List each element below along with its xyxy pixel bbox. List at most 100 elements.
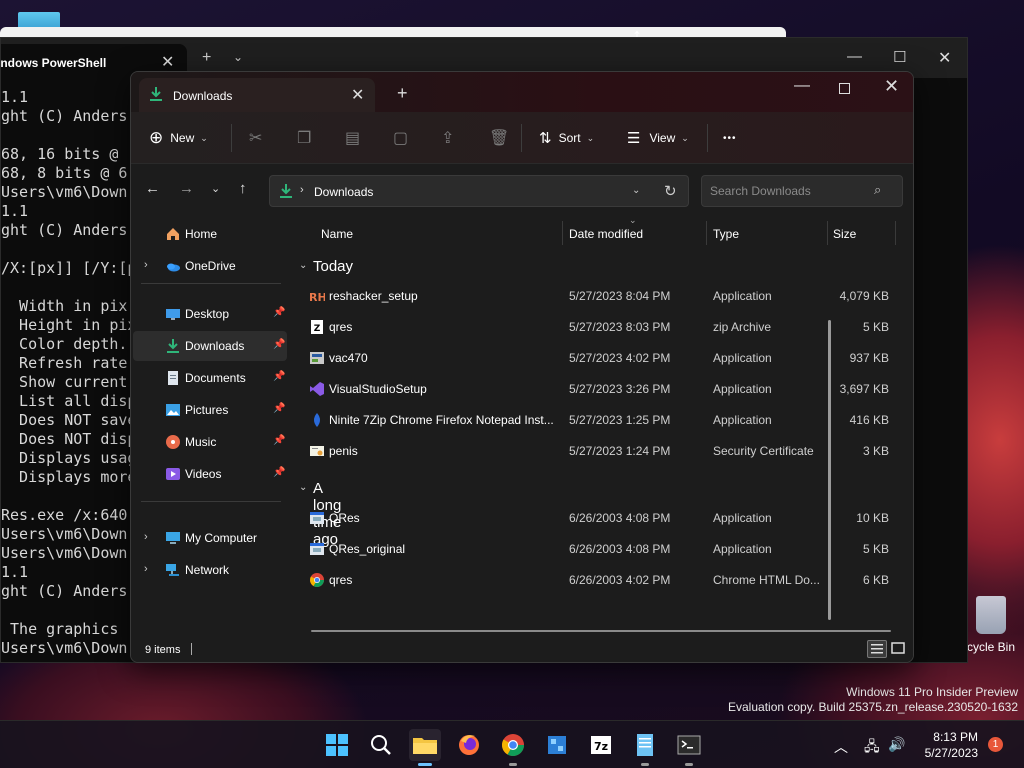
file-row[interactable]: VisualStudioSetup 5/27/2023 3:26 PM Applic… bbox=[301, 374, 899, 404]
console-line: Does NOT disp bbox=[1, 430, 137, 448]
console-line: 1.1 bbox=[1, 88, 29, 106]
file-row[interactable]: QRes_original 6/26/2003 4:08 PM Applicatio… bbox=[301, 534, 899, 564]
sidebar-item-network[interactable]: › Network bbox=[133, 555, 287, 585]
search-icon[interactable]: ⌕ bbox=[874, 182, 881, 198]
explorer-titlebar[interactable]: Downloads ✕ + — ✕ bbox=[131, 72, 913, 112]
taskbar-resource-hacker[interactable] bbox=[541, 729, 573, 761]
file-row[interactable]: Ninite 7Zip Chrome Firefox Notepad Inst.… bbox=[301, 405, 899, 435]
copy-icon: ❐ bbox=[297, 130, 312, 147]
taskbar-7zip[interactable]: 7z bbox=[585, 729, 617, 761]
column-type[interactable]: Type bbox=[713, 227, 739, 241]
start-button[interactable] bbox=[321, 729, 353, 761]
close-window-icon[interactable]: ✕ bbox=[884, 76, 899, 97]
new-tab-icon[interactable]: + bbox=[202, 49, 211, 67]
console-line: 1.1 bbox=[1, 202, 29, 220]
system-clock[interactable]: 8:13 PM 5/27/2023 bbox=[918, 729, 978, 761]
search-box[interactable]: ⌕ bbox=[701, 175, 903, 207]
chevron-down-icon[interactable]: ⌄ bbox=[233, 50, 243, 64]
sidebar-item-desktop[interactable]: Desktop 📌 bbox=[133, 299, 287, 329]
network-icon[interactable]: 🖧 bbox=[864, 736, 880, 760]
delete-button[interactable]: 🗑 bbox=[489, 112, 509, 164]
minimize-icon[interactable]: — bbox=[794, 77, 810, 95]
copy-button[interactable]: ❐ bbox=[297, 112, 311, 164]
chevron-down-icon[interactable]: ⌄ bbox=[632, 185, 640, 196]
maximize-icon[interactable] bbox=[839, 83, 850, 94]
address-bar[interactable]: › Downloads ⌄ ↻ bbox=[269, 175, 689, 207]
reshacker-icon: RH bbox=[309, 288, 327, 304]
collapse-chevron-icon[interactable]: ⌄ bbox=[299, 482, 307, 493]
file-row[interactable]: vac470 5/27/2023 4:02 PM Application 937 KB bbox=[301, 343, 899, 373]
file-size: 5 KB bbox=[862, 320, 889, 334]
column-size[interactable]: Size bbox=[833, 227, 856, 241]
collapse-chevron-icon[interactable]: ⌄ bbox=[299, 260, 307, 271]
sidebar-item-home[interactable]: Home bbox=[133, 219, 287, 249]
taskbar-file-explorer[interactable] bbox=[409, 729, 441, 766]
maximize-icon[interactable]: ☐ bbox=[893, 48, 906, 66]
column-date-modified[interactable]: Date modified bbox=[569, 227, 643, 241]
file-row[interactable]: RH reshacker_setup 5/27/2023 8:04 PM Applic… bbox=[301, 281, 899, 311]
breadcrumb-downloads[interactable]: Downloads bbox=[314, 185, 373, 199]
taskbar-chrome[interactable] bbox=[497, 729, 529, 766]
running-indicator bbox=[685, 763, 693, 766]
see-more-button[interactable]: ••• bbox=[723, 112, 737, 164]
breadcrumb-chevron-icon[interactable]: › bbox=[300, 184, 304, 196]
column-name[interactable]: Name bbox=[321, 227, 353, 241]
new-tab-icon[interactable]: + bbox=[397, 84, 408, 102]
back-arrow-icon[interactable]: ← bbox=[145, 181, 160, 196]
visual-studio-icon bbox=[309, 381, 325, 397]
volume-icon[interactable]: 🔊 bbox=[888, 736, 905, 753]
sidebar-item-music[interactable]: Music 📌 bbox=[133, 427, 287, 457]
close-window-icon[interactable]: ✕ bbox=[938, 48, 951, 68]
taskbar-notepad[interactable] bbox=[629, 729, 661, 766]
new-button[interactable]: ⊕ New ⌄ bbox=[149, 112, 208, 164]
sidebar-item-videos[interactable]: Videos 📌 bbox=[133, 459, 287, 489]
file-row[interactable]: qres 6/26/2003 4:02 PM Chrome HTML Do... 6 … bbox=[301, 565, 899, 595]
file-row[interactable]: penis 5/27/2023 1:24 PM Security Certifica… bbox=[301, 436, 899, 466]
sidebar-item-pictures[interactable]: Pictures 📌 bbox=[133, 395, 287, 425]
forward-arrow-icon[interactable]: → bbox=[179, 181, 194, 196]
close-tab-icon[interactable]: ✕ bbox=[351, 85, 364, 105]
share-button[interactable]: ⇪ bbox=[441, 112, 454, 164]
file-explorer-window[interactable]: Downloads ✕ + — ✕ ⊕ New ⌄ ✂ ❐ ▤ ▢ ⇪ 🗑 ⇅ … bbox=[130, 71, 914, 663]
file-type: zip Archive bbox=[713, 320, 772, 334]
sidebar-item-downloads[interactable]: Downloads 📌 bbox=[133, 331, 287, 361]
notification-badge[interactable]: 1 bbox=[988, 737, 1003, 752]
horizontal-scrollbar[interactable] bbox=[311, 630, 891, 632]
recent-locations-chevron-icon[interactable]: ⌄ bbox=[211, 184, 220, 195]
rename-button[interactable]: ▢ bbox=[393, 112, 408, 164]
explorer-tab[interactable]: Downloads ✕ bbox=[139, 78, 375, 112]
column-divider[interactable] bbox=[895, 221, 896, 245]
search-input[interactable] bbox=[710, 183, 870, 199]
details-view-button[interactable] bbox=[867, 640, 887, 658]
minimize-icon[interactable]: — bbox=[847, 48, 862, 65]
close-tab-icon[interactable]: ✕ bbox=[161, 52, 174, 72]
expand-chevron-icon[interactable]: › bbox=[144, 531, 148, 543]
taskbar-firefox[interactable] bbox=[453, 729, 485, 761]
expand-chevron-icon[interactable]: › bbox=[144, 563, 148, 575]
paste-button[interactable]: ▤ bbox=[345, 112, 360, 164]
up-arrow-icon[interactable]: ↑ bbox=[239, 181, 247, 196]
taskbar-terminal[interactable] bbox=[673, 729, 705, 766]
refresh-icon[interactable]: ↻ bbox=[664, 182, 677, 200]
search-button[interactable] bbox=[365, 729, 397, 761]
file-type: Application bbox=[713, 413, 772, 427]
sidebar-item-label: Videos bbox=[185, 467, 222, 481]
sidebar-item-documents[interactable]: Documents 📌 bbox=[133, 363, 287, 393]
paste-icon: ▤ bbox=[345, 130, 361, 147]
expand-chevron-icon[interactable]: › bbox=[144, 259, 148, 271]
column-divider[interactable] bbox=[562, 221, 563, 245]
column-divider[interactable] bbox=[706, 221, 707, 245]
console-output[interactable]: 1.1 ght (C) Anders 68, 16 bits @68, 8 bits… bbox=[1, 88, 141, 658]
sidebar-item-onedrive[interactable]: › OneDrive bbox=[133, 251, 287, 281]
show-hidden-icons-chevron-icon[interactable]: ︿ bbox=[834, 737, 848, 757]
file-row[interactable]: QRes 6/26/2003 4:08 PM Application 10 KB bbox=[301, 503, 899, 533]
tiles-view-button[interactable] bbox=[889, 640, 909, 658]
view-button[interactable]: ☰ View ⌄ bbox=[627, 112, 689, 164]
sort-button[interactable]: ⇅ Sort ⌄ bbox=[539, 112, 594, 164]
cut-button[interactable]: ✂ bbox=[249, 112, 262, 164]
view-icon: ☰ bbox=[627, 130, 641, 147]
sidebar-item-my-computer[interactable]: › My Computer bbox=[133, 523, 287, 553]
file-row[interactable]: Zqres 5/27/2023 8:03 PM zip Archive 5 KB bbox=[301, 312, 899, 342]
powershell-scrollbar[interactable] bbox=[828, 320, 831, 620]
column-divider[interactable] bbox=[827, 221, 828, 245]
